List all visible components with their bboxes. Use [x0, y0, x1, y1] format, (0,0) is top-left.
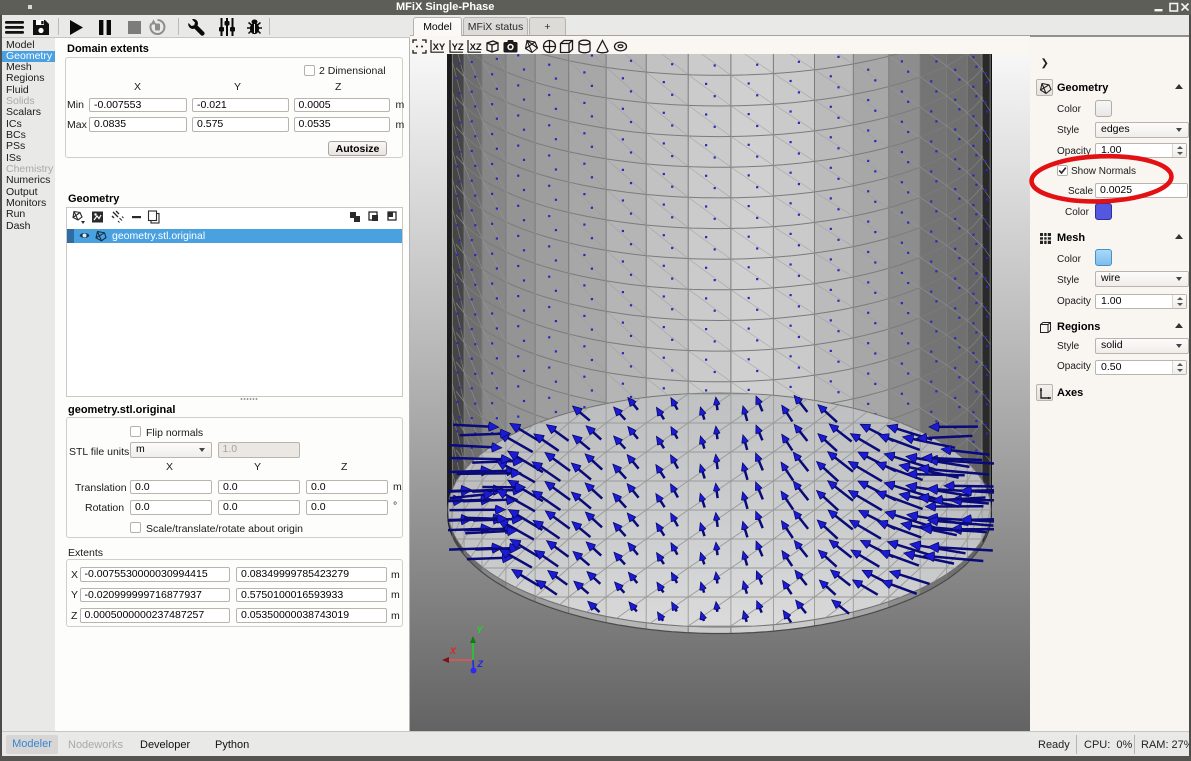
svg-text:XZ: XZ — [470, 42, 482, 53]
svg-text:Y: Y — [477, 625, 484, 635]
svg-text:Z: Z — [477, 659, 484, 669]
svg-text:X: X — [449, 646, 457, 656]
svg-text:XY: XY — [433, 42, 445, 53]
svg-text:YZ: YZ — [452, 42, 464, 53]
